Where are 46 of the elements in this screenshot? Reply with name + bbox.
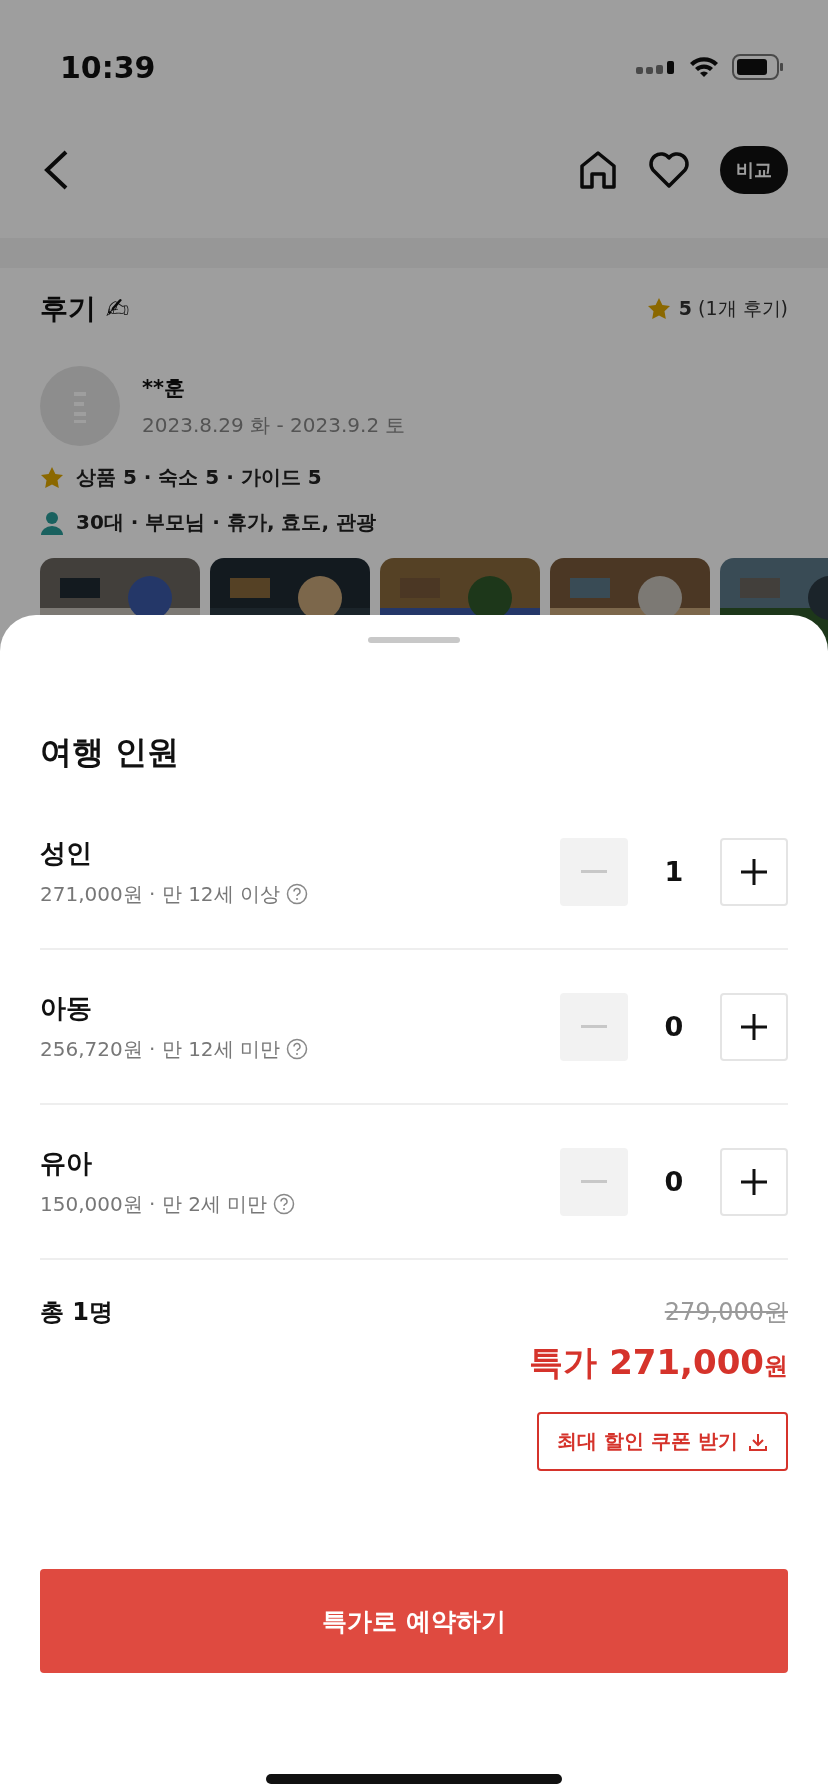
sheet-title: 여행 인원 (40, 732, 181, 773)
plus-button[interactable] (720, 1147, 788, 1216)
help-icon[interactable] (285, 883, 308, 905)
heart-icon[interactable] (648, 151, 690, 189)
count-value: 1 (663, 856, 685, 887)
help-icon[interactable] (273, 1193, 296, 1215)
drag-handle[interactable] (368, 637, 460, 643)
traveler-type: 유아 (40, 1146, 93, 1180)
minus-icon (581, 1024, 607, 1029)
plus-icon (741, 858, 767, 885)
price-detail: 271,000원 · 만 12세 이상 (40, 880, 280, 908)
rating-summary: 5 (1개 후기) (678, 296, 788, 321)
rating-details: 상품 5 · 숙소 5 · 가이드 5 (76, 464, 322, 491)
plus-button[interactable] (720, 992, 788, 1061)
sale-price: 특가 271,000원 (529, 1341, 788, 1384)
star-icon (40, 465, 64, 490)
total-count: 총 1명 (40, 1297, 114, 1328)
status-time: 10:39 (60, 49, 156, 85)
back-icon[interactable] (42, 149, 70, 191)
price-detail: 256,720원 · 만 12세 미만 (40, 1035, 280, 1063)
plus-button[interactable] (720, 837, 788, 906)
trip-dates: 2023.8.29 화 - 2023.9.2 토 (142, 411, 406, 439)
traveler-type: 아동 (40, 991, 93, 1025)
minus-icon (581, 869, 607, 874)
traveler-info: 30대 · 부모님 · 휴가, 효도, 관광 (76, 509, 376, 536)
battery-icon (732, 54, 784, 80)
reviewer-name: **훈 (142, 374, 186, 402)
book-button[interactable]: 특가로 예약하기 (40, 1569, 788, 1673)
traveler-type: 성인 (40, 836, 93, 870)
wifi-icon (688, 55, 720, 79)
compare-button[interactable]: 비교 (720, 146, 788, 194)
signal-icon (636, 59, 676, 75)
star-icon (646, 297, 671, 321)
price-detail: 150,000원 · 만 2세 미만 (40, 1190, 268, 1218)
plus-icon (741, 1168, 767, 1195)
original-price: 279,000원 (664, 1297, 788, 1328)
review-title: 후기 ✍ (40, 291, 130, 327)
coupon-button[interactable]: 최대 할인 쿠폰 받기 (537, 1412, 788, 1471)
home-icon[interactable] (578, 150, 618, 190)
download-icon (748, 1431, 768, 1452)
help-icon[interactable] (285, 1038, 308, 1060)
plus-icon (741, 1013, 767, 1040)
count-value: 0 (663, 1166, 685, 1197)
minus-icon (581, 1179, 607, 1184)
count-value: 0 (663, 1011, 685, 1042)
person-icon (40, 510, 64, 535)
